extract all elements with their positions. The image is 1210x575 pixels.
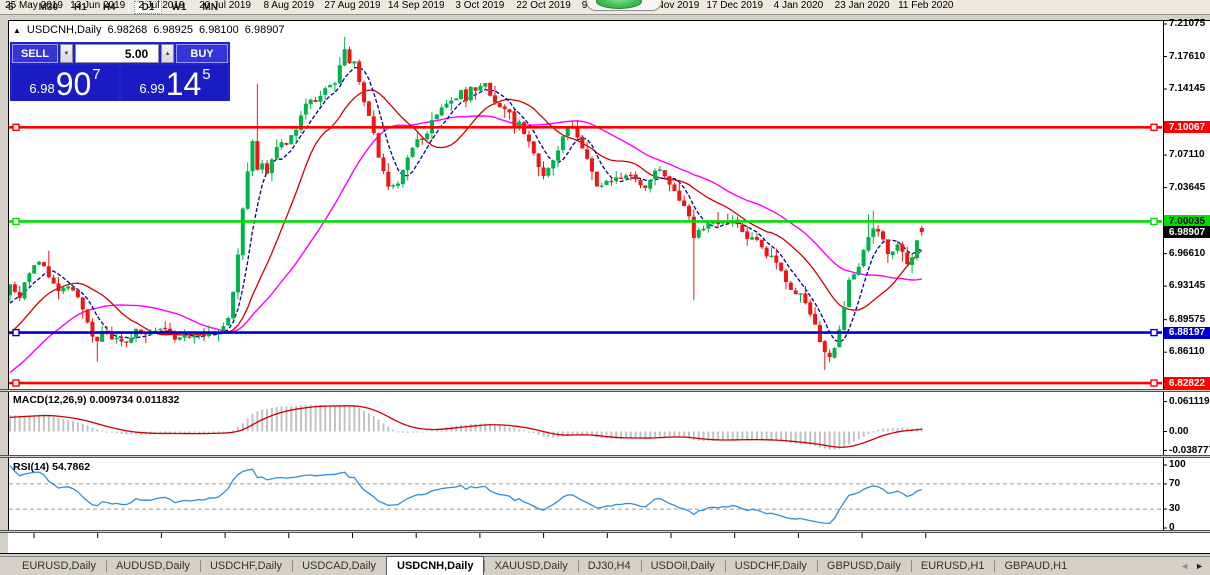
sell-price-display[interactable]: 6.98 90 7 [12, 65, 118, 101]
open-value: 6.98268 [107, 24, 147, 36]
buy-price-base: 6.99 [139, 81, 164, 96]
buy-price-display[interactable]: 6.99 14 5 [122, 65, 228, 101]
macd-header: MACD(12,26,9) 0.009734 0.011832 [13, 394, 179, 406]
volume-increase-button[interactable]: ▲ [161, 44, 174, 63]
collapse-icon[interactable]: ▲ [13, 26, 21, 35]
level-price-badge: 6.82822 [1164, 377, 1210, 389]
green-status-button[interactable] [596, 0, 642, 9]
sell-price-base: 6.98 [29, 81, 54, 96]
sell-price-sup: 7 [92, 66, 100, 83]
level-price-badge: 7.10067 [1164, 121, 1210, 133]
rsi-guide-lines [9, 484, 1162, 509]
macd-pane [9, 405, 923, 450]
rsi-header: RSI(14) 54.7862 [13, 461, 90, 473]
volume-input[interactable]: 5.00 [75, 44, 159, 63]
high-value: 6.98925 [153, 24, 193, 36]
sell-price-big: 90 [56, 70, 92, 98]
volume-decrease-button[interactable]: ▼ [60, 44, 73, 63]
close-value: 6.98907 [245, 24, 285, 36]
buy-button[interactable]: BUY [176, 44, 228, 63]
rsi-pane [10, 466, 922, 524]
ohlc-header: ▲ USDCNH,Daily 6.98268 6.98925 6.98100 6… [13, 24, 285, 36]
buy-price-big: 14 [166, 70, 202, 98]
level-price-badge: 6.88197 [1164, 327, 1210, 339]
sell-button[interactable]: SELL [12, 44, 58, 63]
status-pill [586, 0, 662, 11]
level-lines[interactable] [9, 124, 1162, 386]
current-price-badge: 6.98907 [1164, 226, 1210, 238]
trading-app-window: 5M30H1H4D1W1MN ▲ USDCNH,Daily 6.98268 6.… [0, 0, 1210, 575]
one-click-trade-panel: SELL ▼ 5.00 ▲ BUY 6.98 90 7 6.99 14 5 [10, 42, 230, 101]
symbol-period-label: USDCNH,Daily [27, 24, 102, 36]
buy-price-sup: 5 [202, 66, 210, 83]
low-value: 6.98100 [199, 24, 239, 36]
axis-ticks [34, 24, 1167, 538]
